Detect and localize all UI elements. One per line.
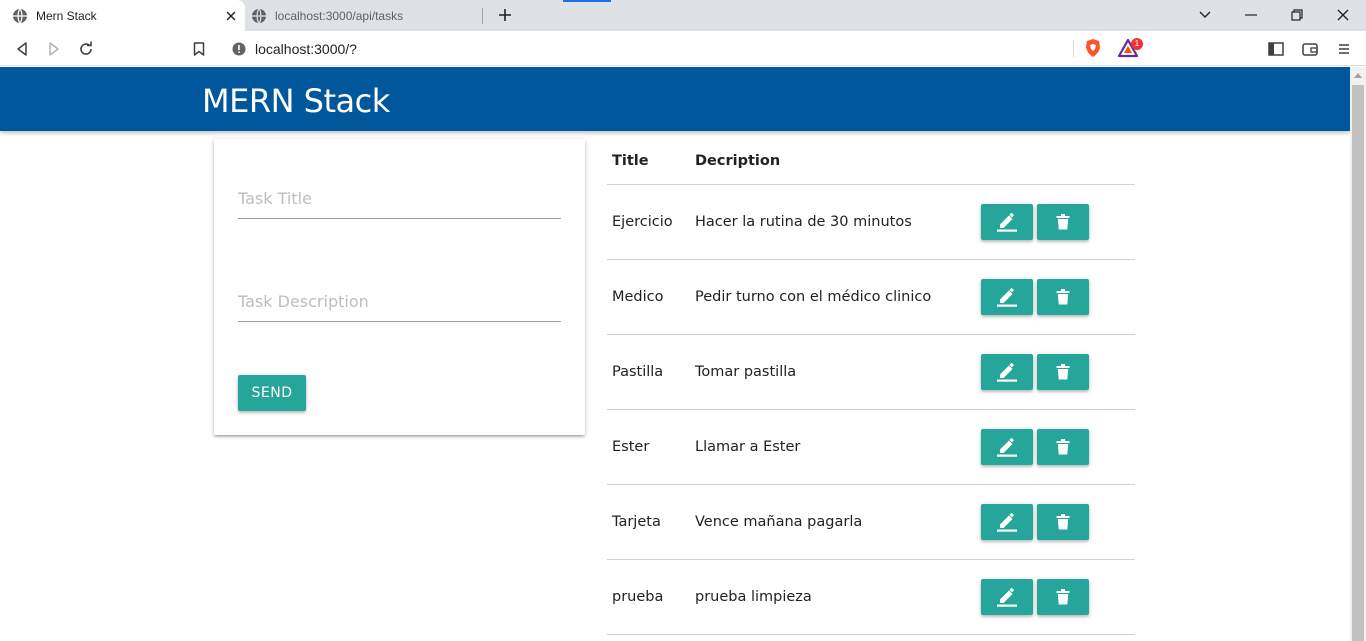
delete-icon: [1056, 288, 1070, 305]
task-title-cell: prueba: [607, 559, 690, 635]
task-description-cell: Hacer la rutina de 30 minutos: [690, 184, 981, 260]
task-description-cell: Pedir turno con el médico clinico: [690, 259, 981, 335]
task-description-field: [238, 282, 561, 322]
sidebar-icon[interactable]: [1264, 37, 1288, 61]
minimize-icon[interactable]: [1240, 4, 1262, 26]
brave-shields-icon[interactable]: [1083, 38, 1103, 58]
task-actions-cell: [981, 184, 1135, 260]
globe-icon: [12, 8, 28, 24]
delete-button[interactable]: [1037, 203, 1089, 240]
site-info-icon[interactable]: [231, 41, 247, 57]
edit-icon: [996, 437, 1018, 457]
column-header-description: Decription: [690, 138, 981, 185]
reload-icon[interactable]: [74, 37, 98, 61]
task-title-cell: Ejercicio: [607, 184, 690, 260]
rewards-badge: 1: [1131, 38, 1143, 50]
task-actions-cell: [981, 334, 1135, 410]
address-url: localhost:3000/?: [255, 40, 357, 57]
tab-search-chevron-icon[interactable]: [1194, 4, 1216, 26]
task-title-cell: Tarjeta: [607, 484, 690, 560]
edit-button[interactable]: [981, 578, 1033, 615]
task-title-field: [238, 179, 561, 219]
scroll-up-arrow-icon[interactable]: [1350, 67, 1366, 83]
task-actions-cell: [981, 484, 1135, 560]
table-header-row: Title Decription: [607, 138, 1135, 185]
delete-button[interactable]: [1037, 278, 1089, 315]
edit-button[interactable]: [981, 278, 1033, 315]
address-separator: [1073, 40, 1074, 57]
edit-icon: [996, 512, 1018, 532]
delete-button[interactable]: [1037, 428, 1089, 465]
edit-icon: [996, 362, 1018, 382]
navbar: MERN Stack: [0, 67, 1350, 131]
task-description-cell: prueba limpieza: [690, 559, 981, 635]
table-row: prueba prueba limpieza: [607, 559, 1135, 635]
edit-icon: [996, 587, 1018, 607]
close-tab-icon[interactable]: [223, 8, 239, 24]
delete-icon: [1056, 588, 1070, 605]
edit-button[interactable]: [981, 503, 1033, 540]
tasks-table-body: Ejercicio Hacer la rutina de 30 minutos …: [607, 184, 1135, 635]
column-header-title: Title: [607, 138, 690, 185]
delete-button[interactable]: [1037, 503, 1089, 540]
task-description-input[interactable]: [238, 282, 561, 321]
table-row: Pastilla Tomar pastilla: [607, 334, 1135, 410]
restore-icon[interactable]: [1286, 4, 1308, 26]
task-description-cell: Vence mañana pagarla: [690, 484, 981, 560]
edit-icon: [996, 287, 1018, 307]
edit-icon: [996, 212, 1018, 232]
menu-icon[interactable]: [1332, 37, 1356, 61]
edit-button[interactable]: [981, 203, 1033, 240]
delete-icon: [1056, 438, 1070, 455]
delete-icon: [1056, 363, 1070, 380]
forward-icon[interactable]: [42, 37, 66, 61]
address-bar[interactable]: localhost:3000/? 1: [221, 34, 1143, 63]
tasks-table: Title Decription Ejercicio Hacer la ruti…: [607, 138, 1135, 635]
table-row: Tarjeta Vence mañana pagarla: [607, 484, 1135, 560]
edit-button[interactable]: [981, 353, 1033, 390]
delete-button[interactable]: [1037, 578, 1089, 615]
page-viewport: MERN Stack SEND Title Decription Ejercic…: [0, 67, 1350, 641]
close-window-icon[interactable]: [1332, 4, 1354, 26]
wallet-icon[interactable]: [1298, 37, 1322, 61]
task-actions-cell: [981, 259, 1135, 335]
delete-button[interactable]: [1037, 353, 1089, 390]
new-tab-icon[interactable]: [495, 5, 515, 25]
edit-button[interactable]: [981, 428, 1033, 465]
delete-icon: [1056, 213, 1070, 230]
browser-toolbar: localhost:3000/? 1: [0, 31, 1366, 66]
task-title-cell: Pastilla: [607, 334, 690, 410]
task-actions-cell: [981, 409, 1135, 485]
tab-strip: Mern Stack localhost:3000/api/tasks: [0, 0, 1366, 31]
task-description-cell: Tomar pastilla: [690, 334, 981, 410]
table-row: Medico Pedir turno con el médico clinico: [607, 259, 1135, 335]
tab-title: localhost:3000/api/tasks: [275, 8, 404, 23]
tab-api-tasks[interactable]: localhost:3000/api/tasks: [245, 0, 483, 31]
tab-mern-stack[interactable]: Mern Stack: [0, 0, 245, 31]
table-row: Ester Llamar a Ester: [607, 409, 1135, 485]
page-scrollbar[interactable]: [1350, 67, 1366, 641]
delete-icon: [1056, 513, 1070, 530]
task-title-cell: Ester: [607, 409, 690, 485]
send-button[interactable]: SEND: [238, 375, 306, 411]
back-icon[interactable]: [10, 37, 34, 61]
tab-title: Mern Stack: [36, 8, 97, 23]
scrollbar-thumb[interactable]: [1352, 85, 1364, 641]
column-header-actions: [981, 138, 1135, 185]
tab-loading-indicator: [563, 0, 611, 2]
task-form-card: SEND: [214, 139, 585, 435]
table-row: Ejercicio Hacer la rutina de 30 minutos: [607, 184, 1135, 260]
bookmark-icon[interactable]: [187, 37, 211, 61]
globe-icon: [251, 8, 267, 24]
brand-logo[interactable]: MERN Stack: [202, 82, 390, 120]
task-title-cell: Medico: [607, 259, 690, 335]
task-description-cell: Llamar a Ester: [690, 409, 981, 485]
task-title-input[interactable]: [238, 179, 561, 218]
task-actions-cell: [981, 559, 1135, 635]
